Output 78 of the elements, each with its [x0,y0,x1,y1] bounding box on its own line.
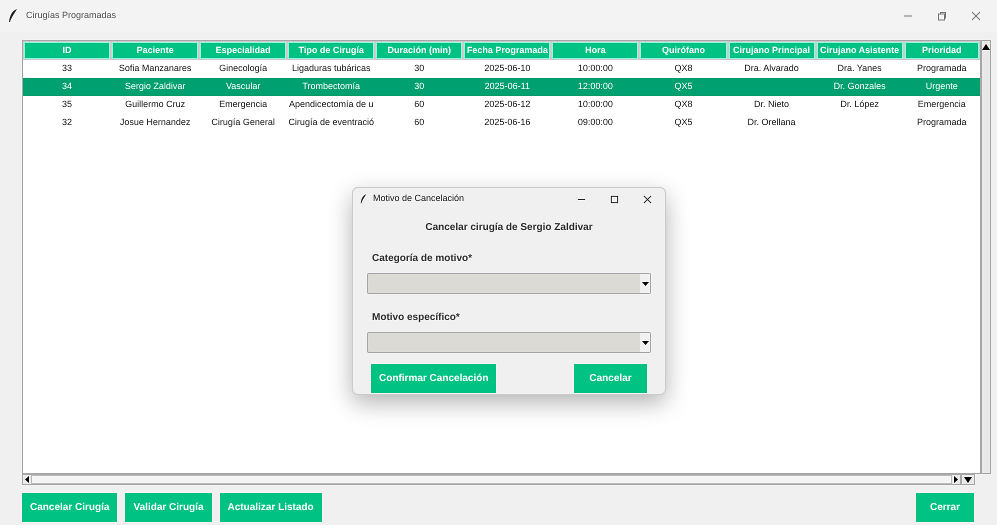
cancel-button[interactable]: Cancelar [574,364,647,393]
table-cell-text: 2025-06-16 [484,116,530,130]
table-cell-text: Programada [917,116,967,130]
table-cell-text: Josue Hernandez [120,116,190,130]
column-header[interactable]: Duración (min) [376,42,462,59]
table-cell-text: Sofia Manzanares [118,62,192,76]
table-cell-text: 2025-06-10 [484,62,530,76]
table-cell-text: Emergencia [219,98,268,112]
action-button[interactable]: Cancelar Cirugía [22,493,118,522]
table-row[interactable]: 34 Sergio Zaldivar Vascular Trombectomía 30 2025-06-11 12:00:00 QX5 Dr. Gonzales Urgente [23,78,980,96]
dropdown-arrow-icon [642,282,648,286]
table-cell-text: Urgente [926,80,958,94]
scroll-up-icon[interactable] [982,44,990,50]
restore-icon[interactable] [937,11,947,21]
column-header[interactable]: Fecha Programada [464,42,550,59]
table-cell-text: Cirugía General [211,116,275,130]
table-cell-text: Dra. Alvarado [744,62,799,76]
column-header[interactable]: ID [24,42,110,59]
table-cell-text: 30 [414,62,424,76]
close-icon[interactable] [643,194,652,204]
table-cell-text: 35 [62,98,72,112]
column-header[interactable]: Tipo de Cirugía [288,42,374,59]
table-cell-text: 10:00:00 [578,98,613,112]
close-button[interactable]: Cerrar [916,493,974,522]
table-cell-text: 12:00:00 [578,80,613,94]
column-header[interactable]: Paciente [112,42,198,59]
column-header[interactable]: Hora [552,42,638,59]
table-cell-text: Trombectomía [302,80,360,94]
field-label: Categoría de motivo* [371,252,474,266]
column-header[interactable]: Cirujano Principal [728,42,815,59]
table-cell-text: 33 [62,62,72,76]
field-label: Motivo específico* [371,311,461,325]
table-cell-text: 60 [414,98,424,112]
table-cell-text: 32 [62,116,72,130]
dropdown-arrow-icon [642,340,648,344]
vertical-scrollbar[interactable] [981,40,991,474]
table-cell-text: 2025-06-11 [484,80,530,94]
table-cell-text: Dr. Nieto [754,98,790,112]
table-cell-text: Ginecología [219,62,268,76]
dropdown-field[interactable] [367,273,651,294]
table-cell-text: QX5 [674,80,692,94]
scroll-down-icon[interactable] [964,476,972,482]
window-title: Cirugías Programadas [26,9,116,22]
table-cell-text: 30 [414,80,424,94]
table-cell-text: QX8 [674,98,692,112]
maximize-icon[interactable] [610,194,619,204]
feather-icon [360,194,367,204]
table-cell-text: Sergio Zaldivar [124,80,186,94]
horizontal-scrollbar[interactable] [22,474,962,485]
column-header[interactable]: Cirujano Asistente [816,42,903,59]
dropdown-field[interactable] [367,332,651,353]
table-cell-text: Apendicectomía de u [288,98,374,112]
action-button[interactable]: Validar Cirugía [125,493,212,522]
table-cell-text: QX5 [674,116,692,130]
table-cell-text: 34 [62,80,72,94]
table-cell-text: 09:00:00 [578,116,613,130]
table-cell-text: 10:00:00 [578,62,613,76]
table-cell-text: Ligaduras tubáricas [292,62,370,76]
confirm-button[interactable]: Confirmar Cancelación [371,364,496,393]
column-header[interactable]: Quirófano [640,42,726,59]
column-header[interactable]: Prioridad [904,42,979,59]
table-cell-text: 2025-06-12 [484,98,530,112]
table-cell-text: Dr. López [840,98,879,112]
feather-icon [8,9,18,23]
table-cell-text: Dr. Gonzales [834,80,886,94]
table-cell-text: QX8 [674,62,692,76]
dialog-title: Motivo de Cancelación [373,192,464,206]
action-button[interactable]: Actualizar Listado [220,493,322,522]
table-cell-text: Dr. Orellana [748,116,796,130]
table-cell-text: Dra. Yanes [837,62,882,76]
table-cell-text: Emergencia [918,98,966,112]
table-cell-text: Guillermo Cruz [125,98,186,112]
column-header[interactable]: Especialidad [200,42,286,59]
dialog-heading: Cancelar cirugía de Sergio Zaldivar [425,221,593,235]
table-cell-text: Programada [917,62,967,76]
table-cell-text: Cirugía de eventració [288,116,374,130]
table-cell-text: 60 [414,116,424,130]
table-cell-text: Vascular [226,80,260,94]
